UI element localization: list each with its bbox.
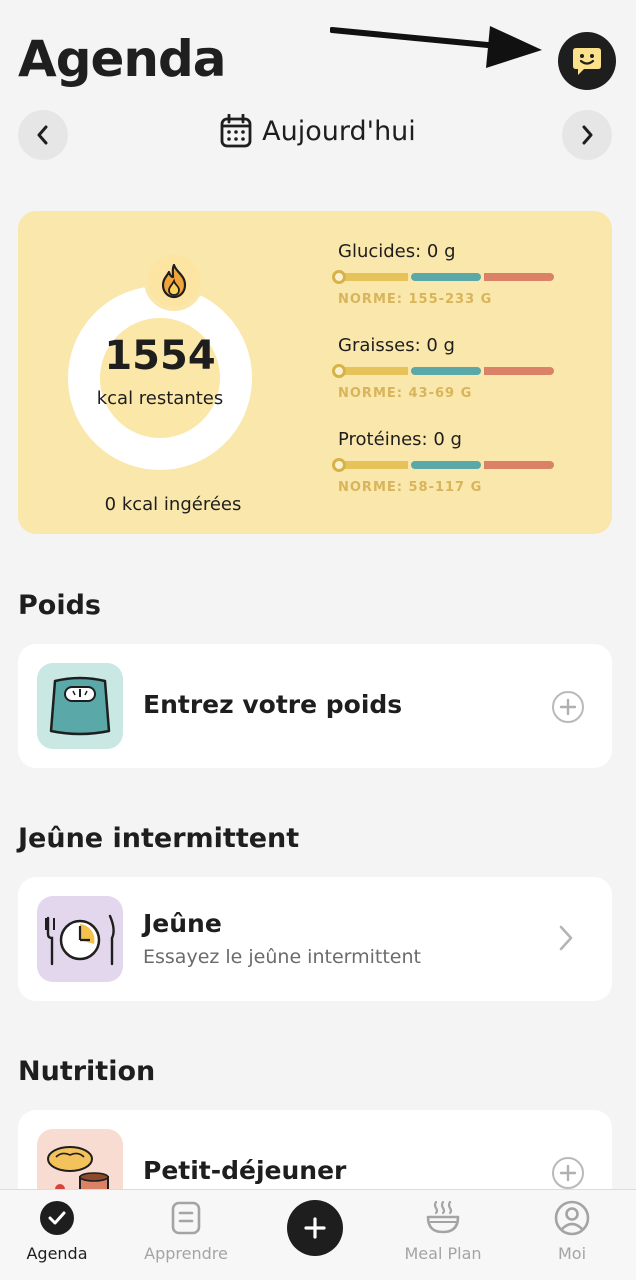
profile-icon: [554, 1200, 590, 1236]
tab-moi[interactable]: Moi: [512, 1190, 632, 1280]
add-entry-button[interactable]: [287, 1200, 343, 1256]
next-day-button[interactable]: [562, 110, 612, 160]
tab-label: Meal Plan: [404, 1244, 482, 1263]
check-circle-icon: [39, 1200, 75, 1236]
macro-label: Glucides: 0 g: [338, 241, 456, 262]
macro-protein: Protéines: 0 g NORME: 58-117 G: [332, 429, 558, 495]
macro-fat: Graisses: 0 g NORME: 43-69 G: [332, 335, 558, 401]
arrow-annotation: [330, 26, 542, 68]
date-label: Aujourd'hui: [262, 115, 416, 147]
section-title-weight: Poids: [18, 590, 101, 621]
add-weight-button[interactable]: [552, 691, 584, 723]
coach-chat-button[interactable]: [558, 32, 616, 90]
macro-norm: NORME: 58-117 G: [338, 480, 483, 495]
calorie-summary-card[interactable]: 1554 kcal restantes 0 kcal ingérées Gluc…: [18, 211, 612, 534]
kcal-eaten: 0 kcal ingérées: [104, 494, 242, 515]
macro-label: Protéines: 0 g: [338, 429, 462, 450]
weight-card[interactable]: Entrez votre poids: [18, 644, 612, 768]
date-selector[interactable]: Aujourd'hui: [0, 114, 636, 148]
chat-smile-icon: [573, 48, 601, 75]
fasting-card[interactable]: Jeûne Essayez le jeûne intermittent: [18, 877, 612, 1001]
fasting-card-title: Jeûne: [143, 909, 222, 938]
page-title: Agenda: [18, 30, 227, 88]
macro-norm: NORME: 155-233 G: [338, 292, 493, 307]
calendar-icon: [220, 114, 252, 148]
note-icon: [168, 1200, 204, 1236]
section-title-fasting: Jeûne intermittent: [18, 823, 300, 854]
scale-icon: [37, 663, 123, 749]
plus-icon: [559, 698, 577, 716]
section-title-nutrition: Nutrition: [18, 1056, 156, 1087]
chevron-right-icon: [559, 925, 573, 951]
fasting-clock-icon: [37, 896, 123, 982]
add-breakfast-button[interactable]: [552, 1157, 584, 1189]
kcal-remaining-value: 1554: [104, 333, 216, 379]
progress-knob: [332, 270, 346, 284]
plus-icon: [559, 1164, 577, 1182]
bottom-tab-bar: Agenda Apprendre Meal Plan Moi: [0, 1189, 636, 1280]
tab-label: Moi: [557, 1244, 587, 1263]
breakfast-card-title: Petit-déjeuner: [143, 1156, 347, 1185]
bowl-icon: [425, 1200, 461, 1236]
tab-label: Apprendre: [144, 1244, 228, 1263]
macro-progress-bar: [332, 458, 554, 472]
macro-carbs: Glucides: 0 g NORME: 155-233 G: [332, 241, 558, 307]
chevron-right-icon: [582, 125, 593, 145]
tab-label: Agenda: [26, 1244, 88, 1263]
macro-norm: NORME: 43-69 G: [338, 386, 473, 401]
tab-agenda[interactable]: Agenda: [0, 1190, 117, 1280]
kcal-remaining-label: kcal restantes: [96, 388, 224, 409]
tab-meal-plan[interactable]: Meal Plan: [383, 1190, 503, 1280]
macro-progress-bar: [332, 270, 554, 284]
plus-icon: [304, 1217, 326, 1239]
progress-knob: [332, 458, 346, 472]
macro-label: Graisses: 0 g: [338, 335, 455, 356]
fasting-card-subtitle: Essayez le jeûne intermittent: [143, 946, 421, 968]
tab-apprendre[interactable]: Apprendre: [126, 1190, 246, 1280]
progress-knob: [332, 364, 346, 378]
weight-card-title: Entrez votre poids: [143, 690, 403, 719]
flame-icon: [144, 251, 204, 311]
macro-progress-bar: [332, 364, 554, 378]
